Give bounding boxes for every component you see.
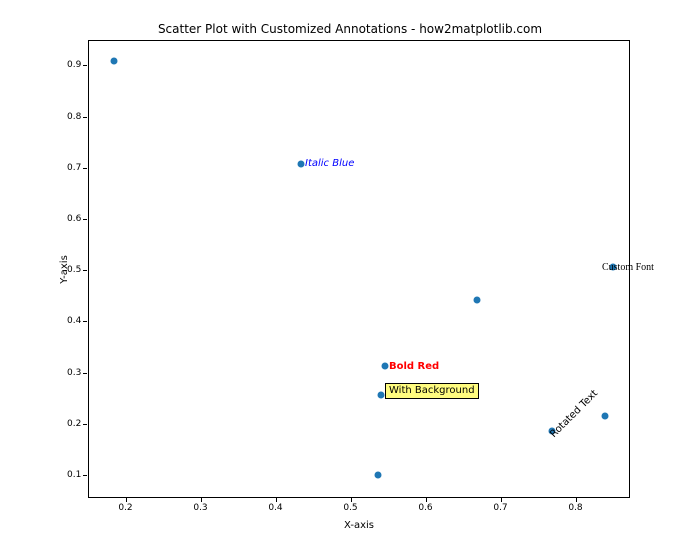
- chart-title: Scatter Plot with Customized Annotations…: [0, 22, 700, 36]
- y-tick-label: 0.6: [67, 214, 81, 224]
- y-tick-mark: [83, 321, 87, 322]
- x-tick-mark: [276, 498, 277, 502]
- x-tick-mark: [576, 498, 577, 502]
- scatter-point: [473, 297, 480, 304]
- x-tick-label: 0.6: [418, 503, 432, 513]
- y-tick-mark: [83, 373, 87, 374]
- y-tick-mark: [83, 270, 87, 271]
- y-tick-mark: [83, 168, 87, 169]
- y-tick-mark: [83, 424, 87, 425]
- x-tick-mark: [351, 498, 352, 502]
- y-tick-label: 0.8: [67, 112, 81, 122]
- y-tick-label: 0.2: [67, 419, 81, 429]
- scatter-point: [374, 472, 381, 479]
- annotation-rotated-text: Rotated Text: [549, 389, 600, 440]
- x-tick-label: 0.2: [118, 503, 132, 513]
- x-tick-label: 0.7: [493, 503, 507, 513]
- x-tick-label: 0.5: [343, 503, 357, 513]
- y-tick-label: 0.3: [67, 368, 81, 378]
- x-tick-mark: [126, 498, 127, 502]
- scatter-point: [110, 58, 117, 65]
- y-tick-label: 0.9: [67, 60, 81, 70]
- scatter-point: [381, 363, 388, 370]
- x-tick-label: 0.3: [193, 503, 207, 513]
- annotation-bold-red: Bold Red: [389, 362, 439, 372]
- y-tick-label: 0.1: [67, 470, 81, 480]
- y-tick-mark: [83, 65, 87, 66]
- scatter-point: [377, 392, 384, 399]
- y-tick-mark: [83, 475, 87, 476]
- x-axis-label: X-axis: [88, 520, 630, 531]
- x-tick-mark: [201, 498, 202, 502]
- y-tick-label: 0.7: [67, 163, 81, 173]
- x-tick-label: 0.8: [568, 503, 582, 513]
- y-tick-label: 0.5: [67, 265, 81, 275]
- scatter-point: [297, 160, 304, 167]
- x-tick-label: 0.4: [268, 503, 282, 513]
- scatter-point: [602, 412, 609, 419]
- figure: Scatter Plot with Customized Annotations…: [0, 0, 700, 560]
- axes-area: Bold Red Italic Blue With Background Rot…: [88, 40, 630, 498]
- annotation-with-background: With Background: [385, 383, 479, 399]
- y-tick-label: 0.4: [67, 316, 81, 326]
- annotation-custom-font: Custom Font: [602, 263, 654, 273]
- x-tick-mark: [426, 498, 427, 502]
- y-tick-mark: [83, 117, 87, 118]
- y-tick-mark: [83, 219, 87, 220]
- annotation-italic-blue: Italic Blue: [305, 159, 354, 169]
- x-tick-mark: [501, 498, 502, 502]
